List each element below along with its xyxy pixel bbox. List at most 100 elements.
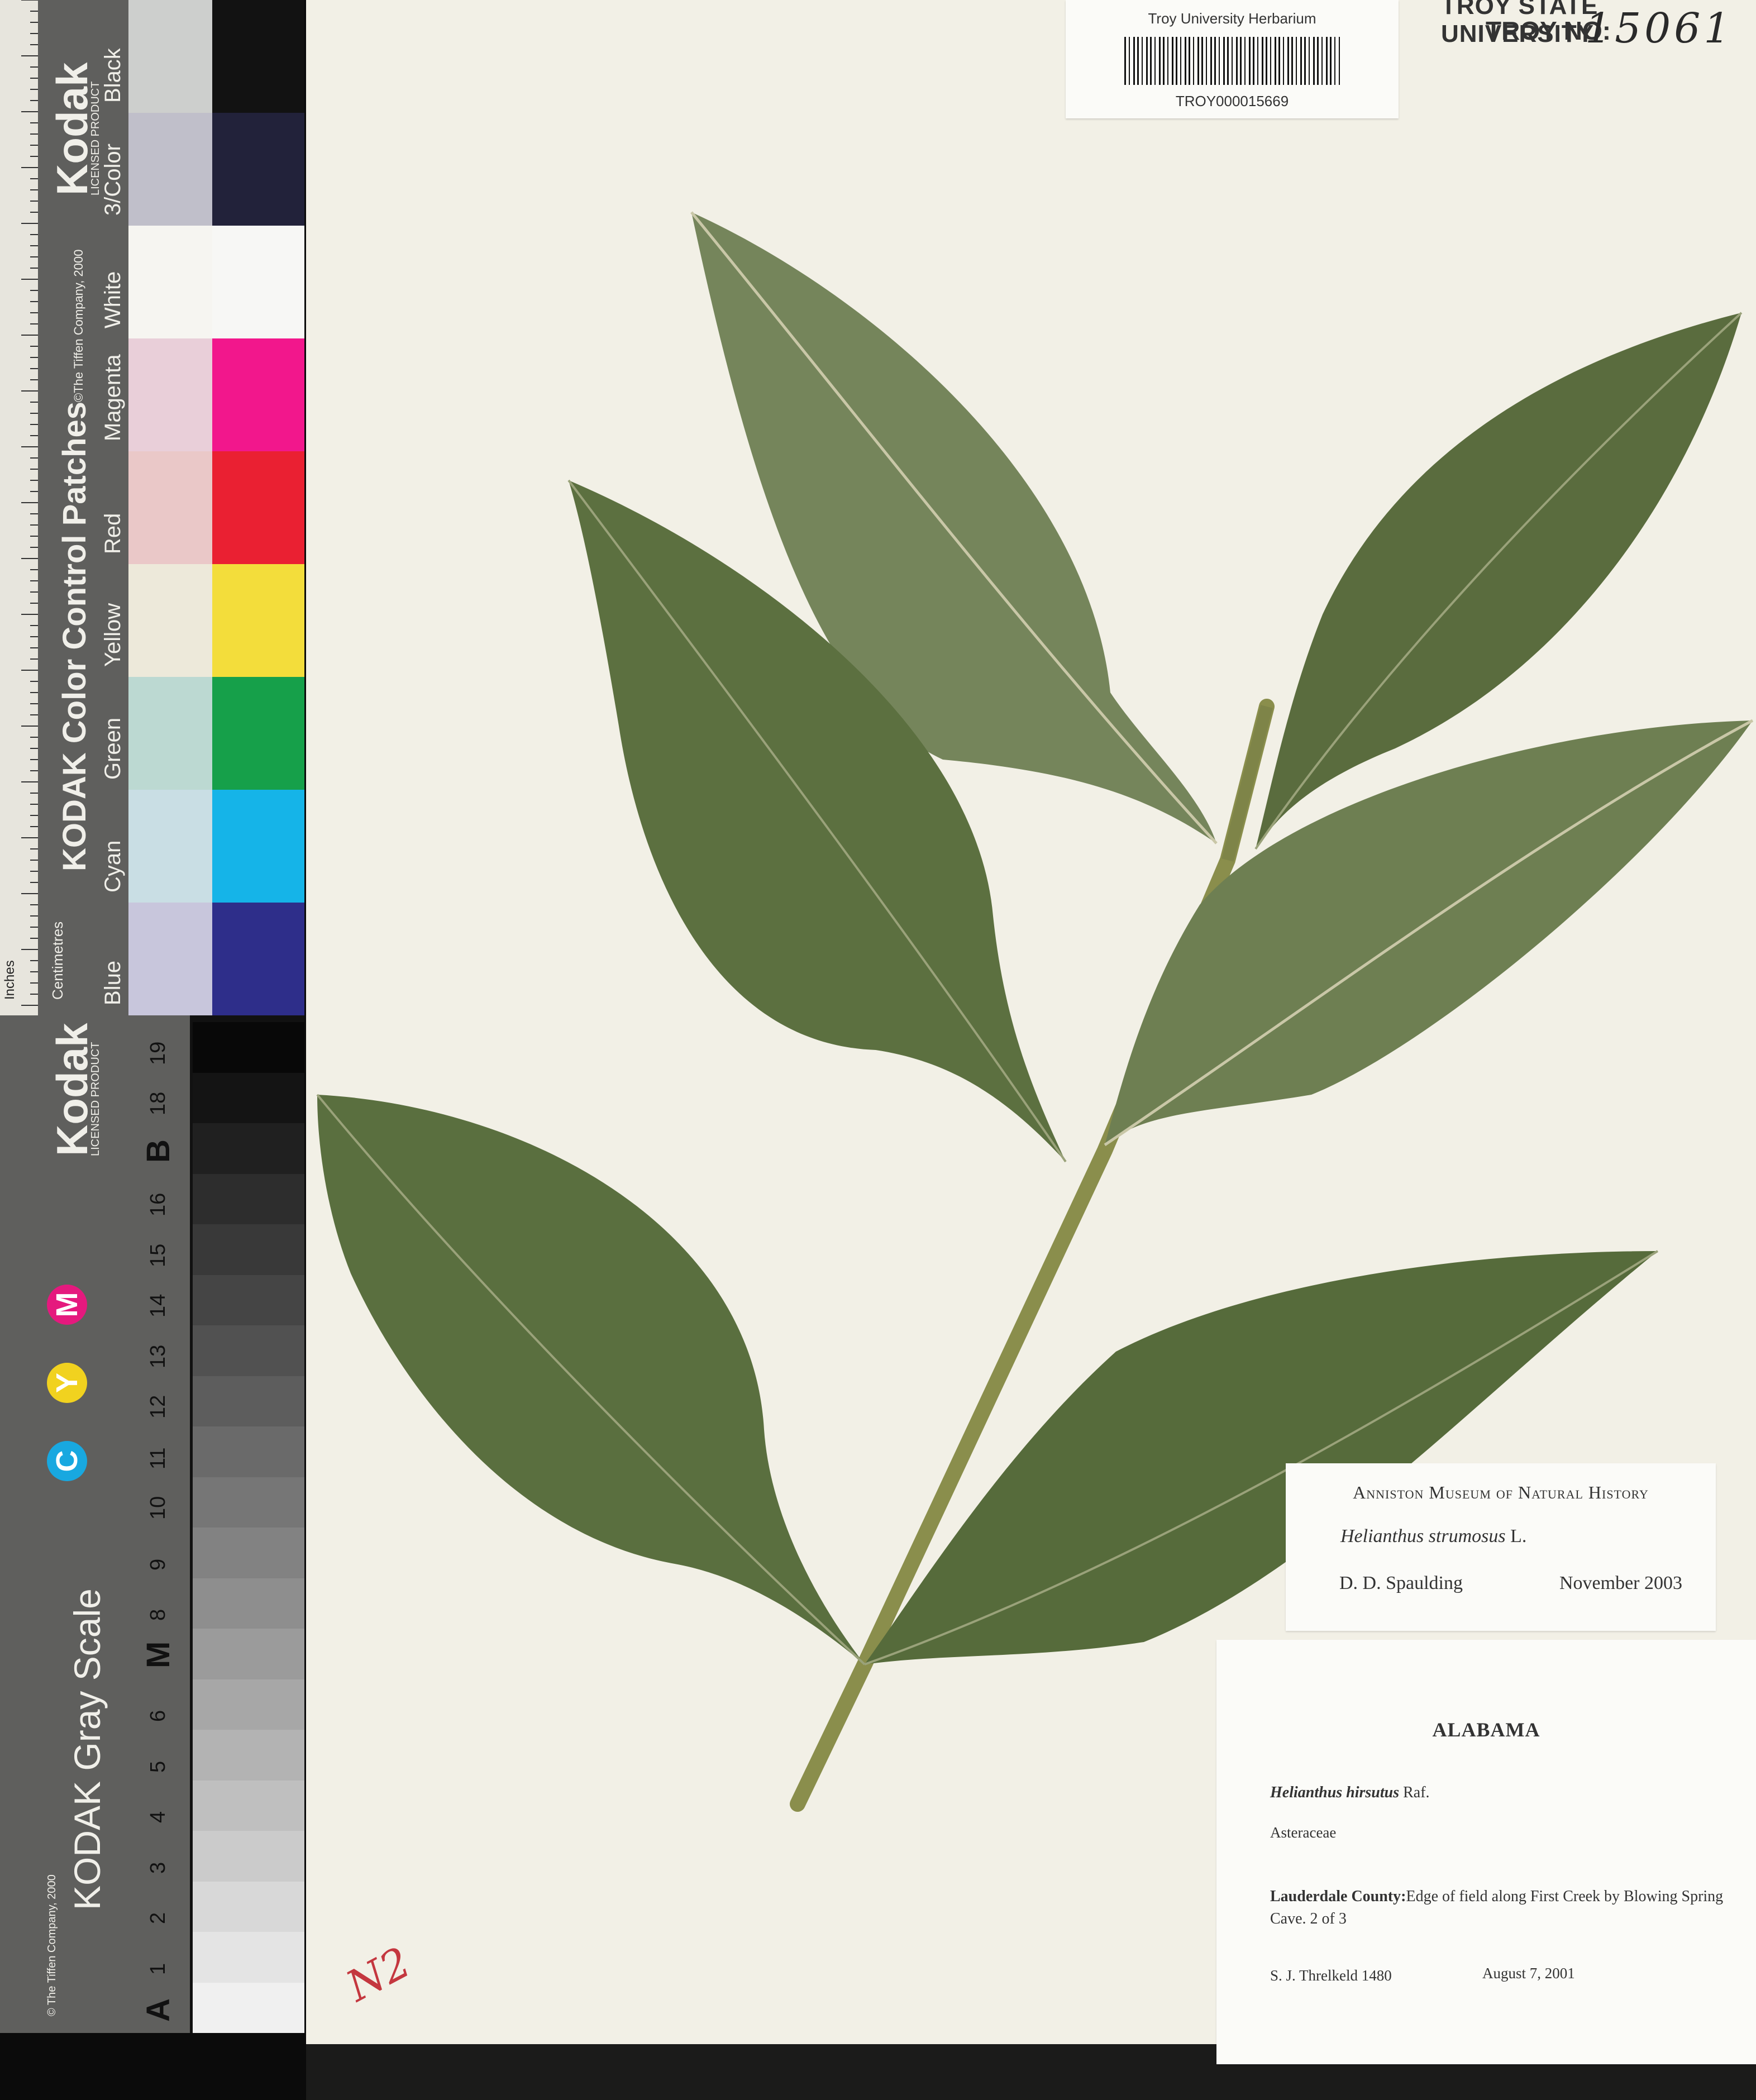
barcode-bar (1189, 37, 1190, 85)
barcode-bar (1275, 37, 1276, 85)
barcode-bar (1339, 37, 1340, 85)
det-taxon-name: Helianthus strumosus (1340, 1526, 1506, 1547)
barcode-bar (1150, 37, 1152, 85)
gray-step-number: 5 (146, 1760, 170, 1773)
color-patch-solid (212, 903, 304, 1015)
gray-step-number: 2 (146, 1912, 170, 1924)
gray-step (193, 1831, 304, 1882)
gray-strip-title: KODAK Gray Scale (66, 1588, 108, 1910)
determiner: D. D. Spaulding (1339, 1573, 1463, 1593)
gray-step-number: 10 (146, 1496, 170, 1520)
gray-step (193, 1022, 304, 1073)
gray-step (193, 1932, 304, 1983)
gray-step-number: 8 (146, 1609, 170, 1621)
gray-step (193, 1528, 304, 1578)
gray-step-number: 12 (146, 1395, 170, 1419)
locality: Lauderdale County:Edge of field along Fi… (1270, 1886, 1734, 1930)
det-taxon: Helianthus strumosus L. (1340, 1526, 1526, 1547)
color-patch-label: Blue (101, 960, 125, 1005)
barcode-bar (1334, 37, 1335, 85)
color-patch-label: Magenta (101, 354, 125, 441)
collection-label: ALABAMA Helianthus hirsutus Raf. Asterac… (1216, 1640, 1756, 2064)
collection-taxon-author: Raf. (1403, 1784, 1430, 1801)
collection-taxon-name: Helianthus hirsutus (1270, 1784, 1400, 1801)
cmy-badge-icon: C (47, 1441, 87, 1481)
color-patch-solid (212, 790, 304, 903)
gray-step (193, 1679, 304, 1730)
copyright-bottom: © The Tiffen Company, 2000 (46, 1874, 58, 2016)
ruler-inches-label: Inches (2, 960, 17, 1000)
color-patch-label: Red (101, 513, 125, 554)
leaf-lower-left (317, 1095, 865, 1664)
barcode-bar (1232, 37, 1233, 85)
color-patch-tint (128, 0, 212, 113)
color-patch-tint (128, 338, 212, 451)
barcode-bar (1172, 37, 1173, 85)
ruler (0, 0, 38, 1015)
gray-step (193, 1072, 304, 1123)
gray-step (193, 1376, 304, 1426)
leaf-right-middle (1105, 720, 1753, 1145)
gray-step-letter: A (140, 1998, 176, 2022)
collector: S. J. Threlkeld 1480 (1270, 1967, 1392, 1984)
color-patch-solid (212, 113, 304, 226)
barcode-bar (1124, 37, 1126, 85)
barcode-bar (1249, 37, 1251, 85)
determination-label: Anniston Museum of Natural History Helia… (1286, 1463, 1716, 1631)
gray-step (193, 1477, 304, 1528)
state: ALABAMA (1432, 1719, 1540, 1741)
ruler-cm-label: Centimetres (49, 921, 66, 1000)
barcode-bar (1236, 37, 1238, 85)
color-patch-tint (128, 113, 212, 226)
gray-step-letter: B (140, 1139, 176, 1163)
gray-step (193, 1325, 304, 1376)
color-patch-tint (128, 451, 212, 564)
barcode-bar (1296, 37, 1297, 85)
color-patch-label: Green (101, 717, 125, 780)
gray-step-number: 1 (146, 1963, 170, 1975)
barcode-bar (1244, 37, 1246, 85)
barcode-bar (1257, 37, 1258, 85)
gray-step-number: 18 (146, 1091, 170, 1115)
color-patch-tint (128, 226, 212, 338)
licensed-product-bottom: LICENSED PRODUCT (89, 1042, 102, 1156)
gray-step-number: 3 (146, 1862, 170, 1874)
gray-step-number: 11 (146, 1447, 170, 1469)
gray-step (193, 1629, 304, 1679)
collection-date: August 7, 2001 (1482, 1965, 1575, 1982)
barcode-bar (1163, 37, 1165, 85)
determination-date: November 2003 (1559, 1573, 1682, 1593)
barcode-bar (1133, 37, 1135, 85)
barcode-bar (1304, 37, 1306, 85)
barcode-bar (1283, 37, 1284, 85)
gray-step-number: 9 (146, 1558, 170, 1571)
gray-step (193, 1224, 304, 1275)
gray-step (193, 1578, 304, 1629)
barcode-bar (1214, 37, 1216, 85)
collection-taxon: Helianthus hirsutus Raf. (1270, 1784, 1430, 1802)
color-patch-solid (212, 0, 304, 113)
color-patch-label: White (101, 271, 125, 328)
barcode-bar (1317, 37, 1319, 85)
cmy-badge-icon: Y (47, 1363, 87, 1403)
barcode-bar (1309, 37, 1310, 85)
gray-step (193, 1173, 304, 1224)
gray-step (193, 1780, 304, 1831)
family: Asteraceae (1270, 1824, 1337, 1841)
barcode-bar (1278, 37, 1280, 85)
county: Lauderdale County: (1270, 1888, 1406, 1905)
gray-step (193, 1275, 304, 1325)
barcode-bar (1223, 37, 1225, 85)
herbarium-name: Troy University Herbarium (1148, 10, 1316, 27)
gray-step (193, 1881, 304, 1932)
gray-step (193, 1123, 304, 1174)
barcode-bar (1330, 37, 1332, 85)
ruler-ticks (21, 0, 38, 1006)
color-patch-label: 3/Color (101, 144, 125, 216)
barcode-bar (1193, 37, 1194, 85)
gray-step-number: 16 (146, 1192, 170, 1216)
barcode-bar (1129, 37, 1130, 85)
barcode-bar (1167, 37, 1168, 85)
color-patch-solid (212, 677, 304, 790)
barcode-bar (1287, 37, 1289, 85)
